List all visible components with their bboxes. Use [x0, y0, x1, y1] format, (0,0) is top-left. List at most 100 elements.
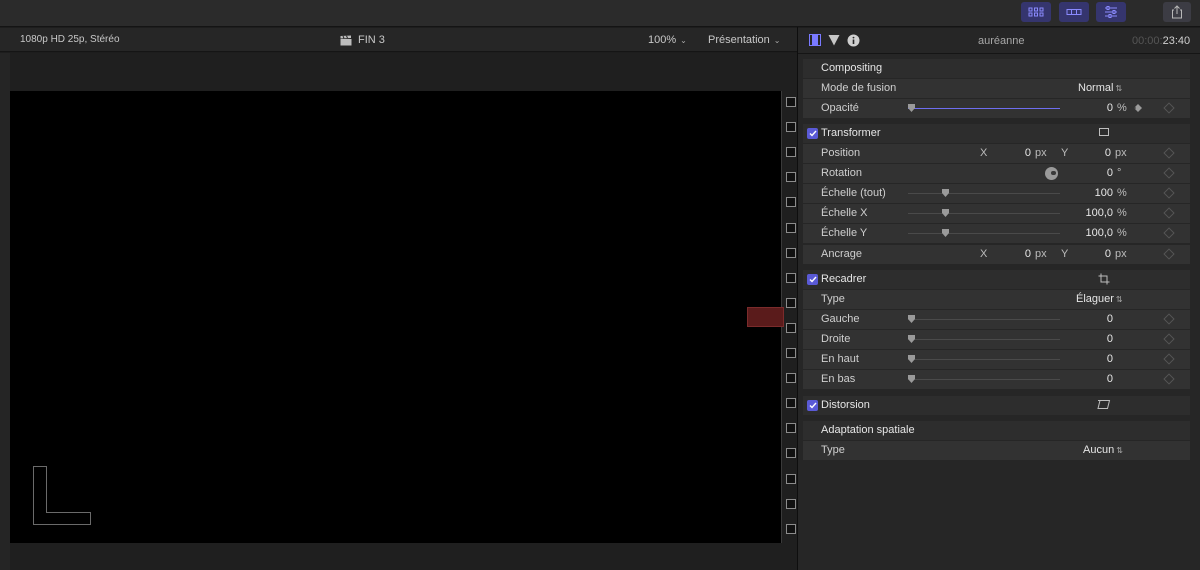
- crop-right-value[interactable]: 0: [1083, 330, 1113, 349]
- browser-toggle-button[interactable]: [1021, 2, 1051, 22]
- crop-bottom-label: En bas: [821, 373, 856, 385]
- viewer-checkbox[interactable]: [786, 197, 796, 208]
- distortion-section-header[interactable]: Distorsion: [803, 396, 1190, 415]
- transform-checkbox[interactable]: [807, 128, 818, 139]
- crop-checkbox[interactable]: [807, 274, 818, 285]
- crop-section-header[interactable]: Recadrer: [803, 270, 1190, 289]
- viewer-checkbox[interactable]: [786, 398, 796, 409]
- crop-top-value[interactable]: 0: [1083, 350, 1113, 369]
- crop-corner-guide: [33, 466, 91, 525]
- slider-knob-icon[interactable]: [908, 355, 915, 363]
- opacity-unit: %: [1117, 102, 1127, 114]
- scale-y-slider[interactable]: [908, 229, 1060, 237]
- crop-right-slider[interactable]: [908, 335, 1060, 343]
- scale-y-row: Échelle Y 100,0 %: [803, 224, 1190, 243]
- slider-knob-icon[interactable]: [908, 315, 915, 323]
- crop-type-popup[interactable]: Élaguer ⇅: [1076, 290, 1123, 309]
- keyframe-icon[interactable]: [1163, 353, 1175, 365]
- timeline-toggle-button[interactable]: [1059, 2, 1089, 22]
- keyframe-icon[interactable]: [1163, 147, 1175, 159]
- slider-knob-icon[interactable]: [908, 375, 915, 383]
- distortion-onscreen-icon[interactable]: [1097, 399, 1111, 410]
- transform-onscreen-icon[interactable]: [1098, 127, 1110, 138]
- viewer-checkbox[interactable]: [786, 272, 796, 283]
- rotation-value[interactable]: 0: [1083, 164, 1113, 183]
- slider-knob-icon[interactable]: [908, 104, 915, 112]
- viewer-checkbox[interactable]: [786, 97, 796, 107]
- video-frame[interactable]: [10, 91, 781, 543]
- distortion-checkbox[interactable]: [807, 400, 818, 411]
- keyframe-icon[interactable]: [1163, 187, 1175, 199]
- crop-top-slider[interactable]: [908, 355, 1060, 363]
- keyframe-icon[interactable]: [1163, 102, 1175, 114]
- opacity-slider[interactable]: [908, 104, 1060, 112]
- slider-knob-icon[interactable]: [908, 335, 915, 343]
- keyframe-icon[interactable]: [1163, 248, 1175, 260]
- crop-onscreen-icon[interactable]: [1098, 273, 1110, 285]
- keyframe-icon[interactable]: [1163, 227, 1175, 239]
- viewer-checkbox[interactable]: [786, 322, 796, 333]
- keyframe-add-icon[interactable]: [1133, 103, 1143, 113]
- inspector-toggle-button[interactable]: [1096, 2, 1126, 22]
- slider-knob-icon[interactable]: [942, 229, 949, 237]
- scale-all-value[interactable]: 100: [1083, 184, 1113, 203]
- scale-x-slider[interactable]: [908, 209, 1060, 217]
- viewer-checkbox[interactable]: [786, 247, 796, 258]
- scale-all-slider[interactable]: [908, 189, 1060, 197]
- anchor-label: Ancrage: [821, 248, 862, 260]
- viewer-checkbox[interactable]: [786, 473, 796, 484]
- info-icon[interactable]: [847, 34, 860, 47]
- keyframe-icon[interactable]: [1163, 373, 1175, 385]
- color-inspector-icon[interactable]: [828, 34, 840, 46]
- transform-section-header[interactable]: Transformer: [803, 124, 1190, 143]
- viewer-checkbox[interactable]: [786, 423, 796, 434]
- chevron-down-icon: ⌄: [773, 36, 781, 45]
- position-x-value[interactable]: 0: [1003, 144, 1031, 163]
- viewer-checkbox[interactable]: [786, 147, 796, 158]
- scale-x-value[interactable]: 100,0: [1073, 204, 1113, 223]
- viewer-checkbox[interactable]: [786, 348, 796, 358]
- crop-bottom-value[interactable]: 0: [1083, 370, 1113, 389]
- filmstrip-icon: [1066, 9, 1082, 15]
- crop-left-value[interactable]: 0: [1083, 310, 1113, 329]
- scale-y-value[interactable]: 100,0: [1073, 224, 1113, 243]
- viewer-checkbox[interactable]: [786, 448, 796, 459]
- compositing-section-header[interactable]: Compositing: [803, 59, 1190, 78]
- left-edge-strip: [0, 53, 10, 570]
- share-button[interactable]: [1163, 2, 1191, 22]
- anchor-x-axis: X: [980, 248, 988, 260]
- viewer-checkbox[interactable]: [786, 498, 796, 509]
- keyframe-icon[interactable]: [1163, 313, 1175, 325]
- anchor-x-value[interactable]: 0: [1003, 245, 1031, 264]
- keyframe-icon[interactable]: [1163, 207, 1175, 219]
- updown-chevron-icon: ⇅: [1115, 84, 1123, 93]
- slider-knob-icon[interactable]: [942, 189, 949, 197]
- viewer-checkbox[interactable]: [786, 297, 796, 308]
- spatial-type-popup[interactable]: Aucun ⇅: [1083, 441, 1123, 460]
- position-x-unit: px: [1035, 147, 1047, 159]
- keyframe-icon[interactable]: [1163, 333, 1175, 345]
- viewer-checkbox[interactable]: [786, 373, 796, 384]
- position-y-value[interactable]: 0: [1083, 144, 1111, 163]
- opacity-value[interactable]: 0: [1083, 99, 1113, 118]
- presentation-menu[interactable]: Présentation ⌄: [708, 28, 780, 53]
- marker-swatch[interactable]: [747, 307, 784, 327]
- position-y-axis: Y: [1061, 147, 1069, 159]
- rotation-dial-icon[interactable]: [1045, 167, 1058, 180]
- viewer-checkbox[interactable]: [786, 172, 796, 183]
- keyframe-icon[interactable]: [1163, 167, 1175, 179]
- opacity-slider-fill: [908, 108, 1060, 109]
- zoom-popup[interactable]: 100% ⌄: [648, 28, 687, 53]
- crop-left-slider[interactable]: [908, 315, 1060, 323]
- crop-left-row: Gauche 0: [803, 310, 1190, 329]
- viewer-checkbox[interactable]: [786, 122, 796, 133]
- blend-mode-popup[interactable]: Normal ⇅: [1078, 79, 1122, 98]
- slider-knob-icon[interactable]: [942, 209, 949, 217]
- position-label: Position: [821, 147, 861, 159]
- spatial-conform-section-header[interactable]: Adaptation spatiale: [803, 421, 1190, 440]
- viewer-checkbox[interactable]: [786, 523, 796, 534]
- viewer-checkbox[interactable]: [786, 222, 796, 233]
- crop-bottom-slider[interactable]: [908, 375, 1060, 383]
- video-inspector-icon[interactable]: [809, 34, 821, 46]
- anchor-y-value[interactable]: 0: [1083, 245, 1111, 264]
